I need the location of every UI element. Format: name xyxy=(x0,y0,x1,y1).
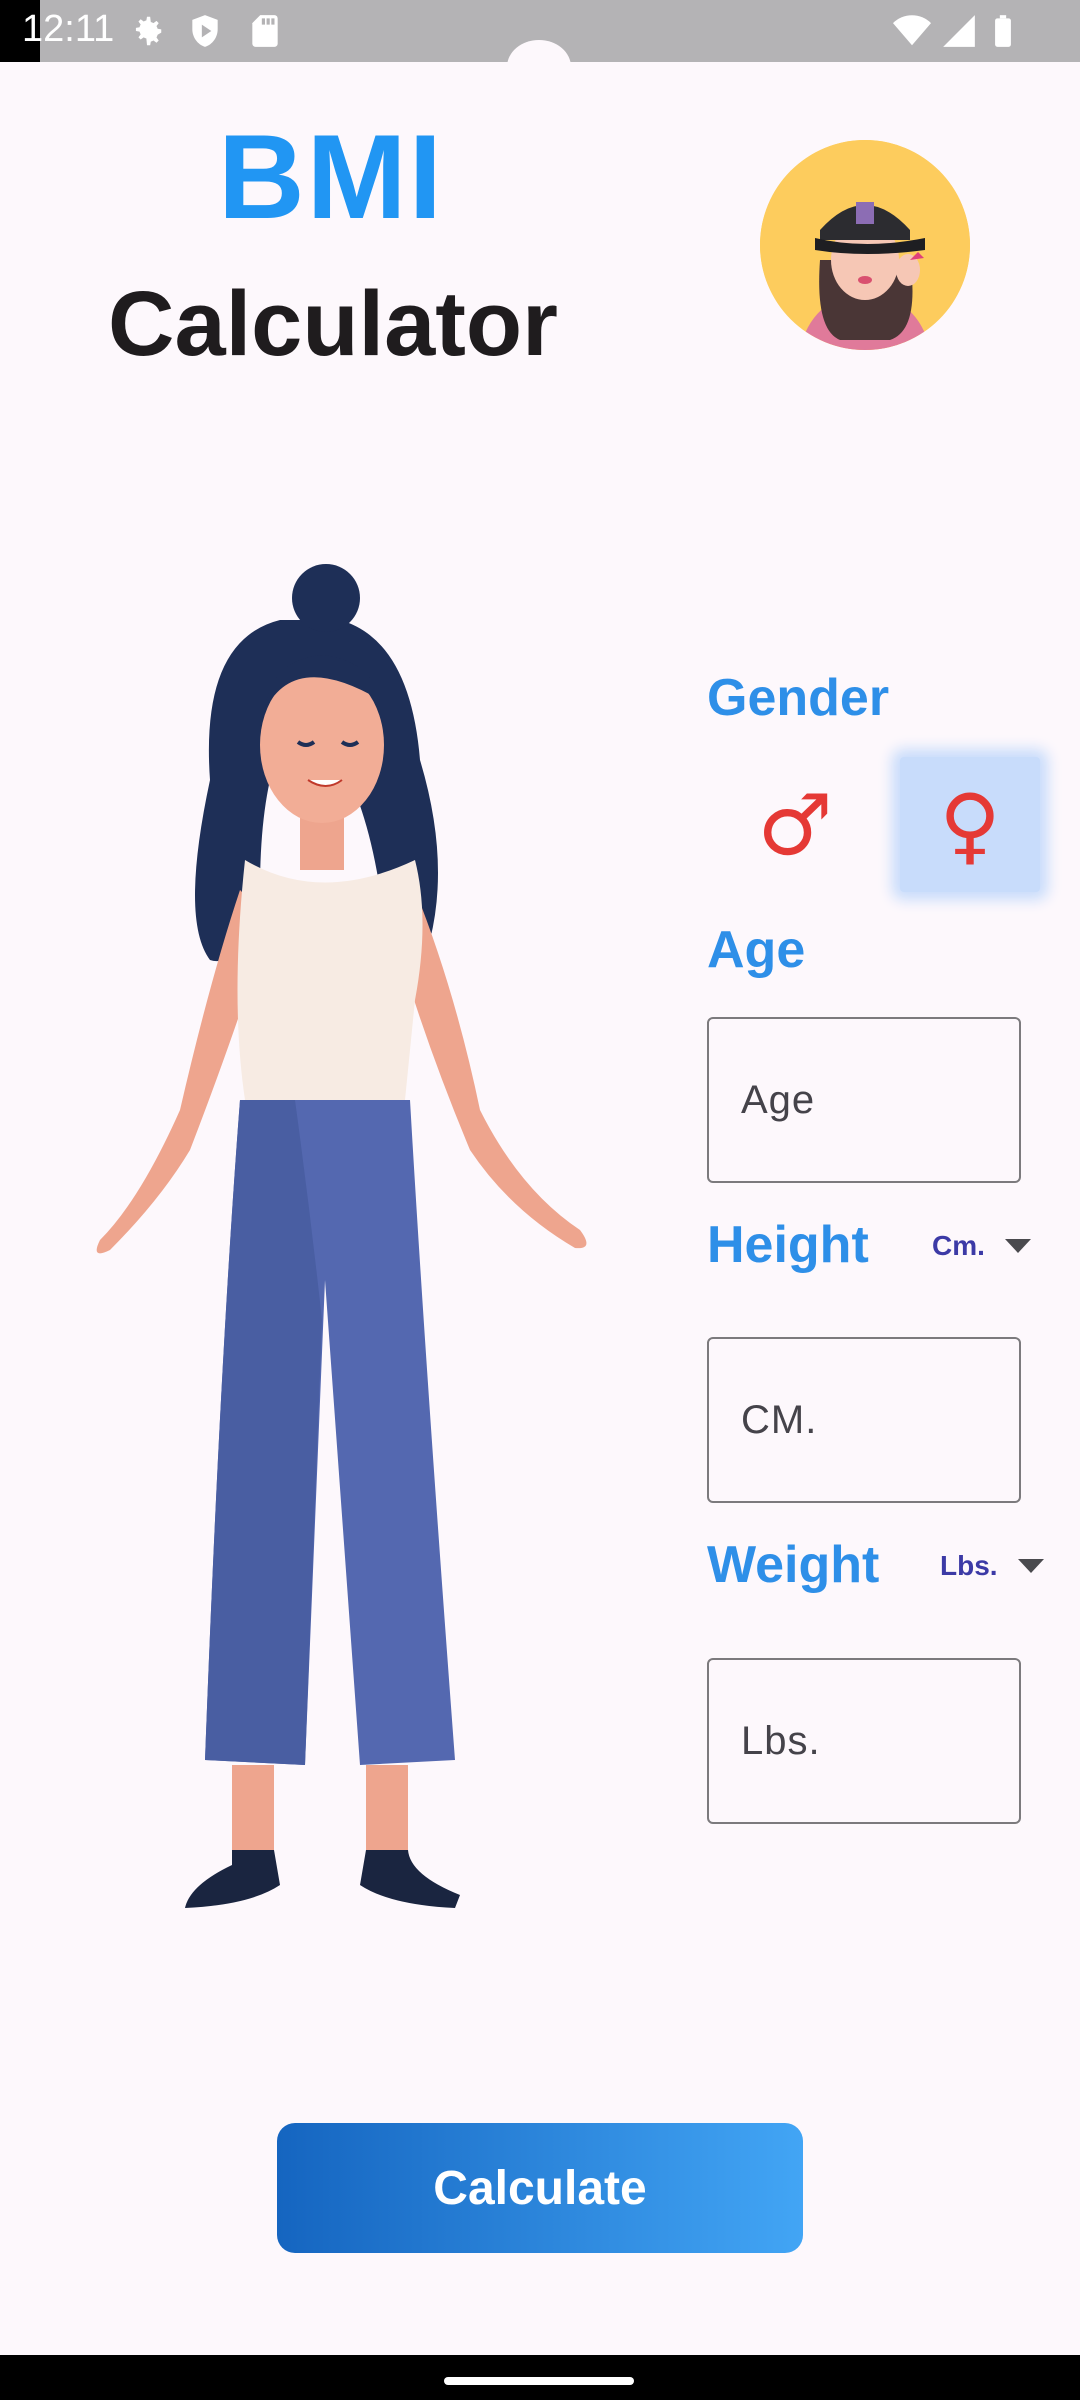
calculate-button[interactable]: Calculate xyxy=(277,2123,803,2253)
wifi-icon xyxy=(890,12,934,50)
weight-label: Weight xyxy=(707,1536,880,1594)
camera-cutout xyxy=(507,40,571,94)
age-label: Age xyxy=(707,921,806,979)
chevron-down-icon xyxy=(1017,1559,1044,1573)
home-indicator[interactable] xyxy=(444,2377,634,2385)
signal-icon xyxy=(940,12,978,50)
male-icon: ♂ xyxy=(757,776,833,874)
height-label: Height xyxy=(707,1216,869,1274)
age-input[interactable] xyxy=(709,1019,1019,1181)
avatar[interactable] xyxy=(760,140,970,350)
weight-unit-dropdown[interactable]: Lbs. xyxy=(940,1550,1044,1582)
age-field[interactable] xyxy=(707,1017,1021,1183)
settings-icon xyxy=(128,12,166,50)
shield-icon xyxy=(186,12,224,50)
title-bmi: BMI xyxy=(218,110,444,244)
sd-card-icon xyxy=(246,12,284,50)
height-unit-dropdown[interactable]: Cm. xyxy=(932,1230,1031,1262)
height-input[interactable] xyxy=(709,1339,1019,1501)
male-button[interactable]: ♂ xyxy=(735,760,855,890)
battery-icon xyxy=(984,12,1022,50)
female-icon: ♀ xyxy=(939,775,1001,874)
weight-unit-value: Lbs. xyxy=(940,1550,998,1581)
weight-input[interactable] xyxy=(709,1660,1019,1822)
height-unit-value: Cm. xyxy=(932,1230,985,1261)
gender-label: Gender xyxy=(707,669,890,727)
female-button[interactable]: ♀ xyxy=(900,757,1040,892)
status-time: 12:11 xyxy=(22,8,115,50)
title-calculator: Calculator xyxy=(108,273,558,375)
chevron-down-icon xyxy=(1004,1239,1031,1253)
weight-field[interactable] xyxy=(707,1658,1021,1824)
character-illustration xyxy=(60,560,620,1930)
height-field[interactable] xyxy=(707,1337,1021,1503)
